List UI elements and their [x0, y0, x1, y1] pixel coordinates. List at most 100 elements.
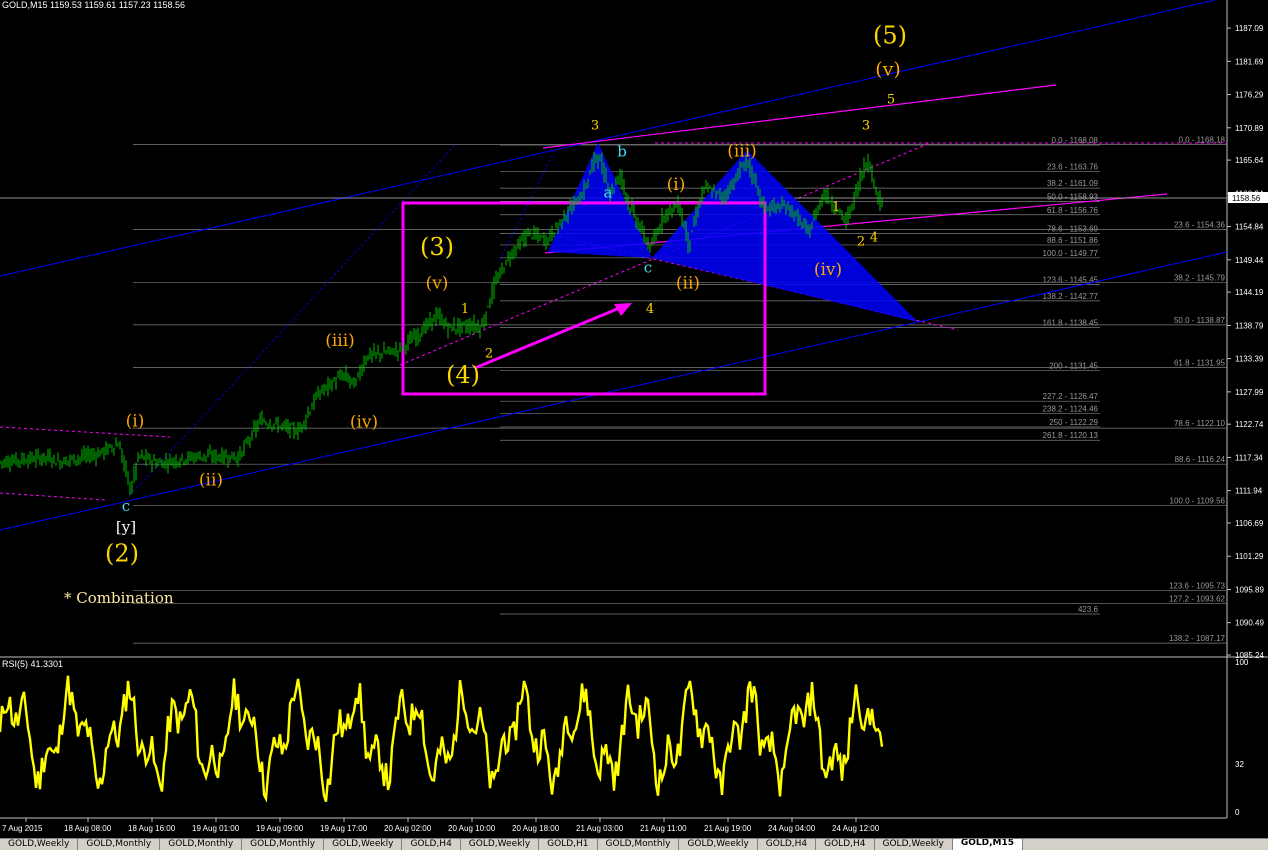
y-tick-label: 1111.94 [1235, 487, 1263, 496]
fib-level-label-right: 123.6 - 1095.73 [1169, 581, 1226, 590]
wave-label: 2 [485, 346, 493, 361]
wave-label: 3 [591, 119, 599, 134]
current-price-label: 1158.56 [1232, 194, 1261, 203]
x-tick-label: 21 Aug 19:00 [704, 824, 752, 833]
chart-tab[interactable]: GOLD,Weekly [461, 839, 540, 850]
chart-tab[interactable]: GOLD,H4 [816, 839, 875, 850]
y-tick-label: 1127.99 [1235, 388, 1264, 397]
chart-tab[interactable]: GOLD,Monthly [160, 839, 243, 850]
x-tick-label: 18 Aug 16:00 [128, 824, 176, 833]
wave-label: (iv) [350, 412, 378, 432]
x-tick-label: 24 Aug 04:00 [768, 824, 816, 833]
lower-channel-line [0, 251, 1228, 531]
wave-label: (i) [126, 411, 145, 431]
chart-tab[interactable]: GOLD,Monthly [598, 839, 680, 850]
wave-label: (5) [873, 21, 907, 49]
fib-level-label-right: 23.6 - 1154.36 [1174, 221, 1226, 230]
fib-level-label-right: 138.2 - 1087.17 [1169, 634, 1226, 643]
fib-level-label-right: 78.6 - 1122.10 [1174, 419, 1226, 428]
fib-level-label: 78.6 - 1153.69 [1047, 225, 1099, 234]
chart-tabs: GOLD,Weekly GOLD,Monthly GOLD,Monthly GOLD,… [0, 838, 1268, 850]
rsi-tick-label: 32 [1235, 760, 1244, 769]
fib-level-label: 61.8 - 1156.76 [1047, 206, 1099, 215]
wave-label: 1 [832, 200, 840, 215]
chart-tab[interactable]: GOLD,H4 [402, 839, 461, 850]
chart-tab[interactable]: GOLD,Monthly [242, 839, 325, 850]
rsi-tick-label: 0 [1235, 808, 1240, 817]
x-tick-label: 18 Aug 08:00 [64, 824, 112, 833]
chart-tab[interactable]: GOLD,Weekly [324, 839, 403, 850]
fib-level-label: 138.2 - 1142.77 [1043, 292, 1099, 301]
wave-label: (v) [875, 58, 901, 80]
chart-tab[interactable]: GOLD,Weekly [875, 839, 953, 850]
y-tick-label: 1181.69 [1235, 57, 1264, 66]
wave-label: 5 [887, 93, 895, 108]
y-tick-label: 1170.89 [1235, 124, 1264, 133]
chart-tab[interactable]: GOLD,Monthly [78, 839, 161, 850]
y-tick-label: 1133.39 [1235, 355, 1264, 364]
fib-level-label: 23.6 - 1163.76 [1047, 163, 1099, 172]
wave-label: a [604, 183, 613, 201]
y-tick-label: 1176.29 [1235, 91, 1264, 100]
dotted-trend-line [129, 144, 456, 496]
y-tick-label: 1101.29 [1235, 552, 1264, 561]
fib-level-label: 38.2 - 1161.09 [1047, 179, 1099, 188]
x-tick-label: 24 Aug 12:00 [832, 824, 880, 833]
price-chart[interactable]: GOLD,M15 1159.53 1159.61 1157.23 1158.56… [0, 0, 1268, 838]
fib-level-label: 238.2 - 1124.46 [1043, 405, 1099, 414]
y-tick-label: 1138.79 [1235, 321, 1264, 330]
x-tick-label: 19 Aug 01:00 [192, 824, 240, 833]
fib-level-label-right: 88.6 - 1116.24 [1175, 455, 1226, 464]
wave-label: (ii) [676, 273, 700, 293]
chart-header: GOLD,M15 1159.53 1159.61 1157.23 1158.56 [2, 0, 185, 10]
y-tick-label: 1090.49 [1235, 619, 1264, 628]
y-tick-label: 1095.89 [1235, 585, 1264, 594]
combination-note: * Combination [64, 589, 174, 607]
chart-tab[interactable]: GOLD,H4 [758, 839, 817, 850]
wave-label: 3 [862, 119, 870, 134]
dotted-trend-line-2 [499, 149, 556, 261]
rsi-header: RSI(5) 41.3301 [2, 659, 63, 669]
chart-tab[interactable]: GOLD,Weekly [0, 839, 79, 850]
x-tick-label: 19 Aug 17:00 [320, 824, 368, 833]
x-tick-label: 20 Aug 02:00 [384, 824, 432, 833]
wave-label: 4 [870, 231, 878, 246]
wave-label: (2) [105, 540, 139, 568]
fib-level-label-right: 50.0 - 1138.87 [1174, 316, 1226, 325]
y-tick-label: 1117.34 [1235, 453, 1263, 462]
x-tick-label: 19 Aug 09:00 [256, 824, 304, 833]
chart-tab[interactable]: GOLD,M15 [952, 839, 1024, 850]
fib-level-label-right: 61.8 - 1131.95 [1174, 358, 1226, 367]
magenta-dashed-left-2 [0, 492, 106, 501]
fib-level-label-right: 100.0 - 1109.56 [1170, 496, 1226, 505]
wave-label: b [617, 143, 627, 161]
chart-tab[interactable]: GOLD,H1 [539, 839, 598, 850]
wave-label: 4 [646, 302, 654, 317]
rsi-tick-label: 100 [1235, 658, 1249, 667]
wave-label: (ii) [199, 470, 223, 490]
wave-label: c [122, 497, 130, 515]
fib-level-label: 423.6 [1078, 605, 1099, 614]
wave-label: (iii) [325, 331, 355, 351]
fib-level-label: 100.0 - 1149.77 [1043, 249, 1099, 258]
wave-label: (i) [667, 175, 686, 195]
y-tick-label: 1106.69 [1235, 519, 1264, 528]
wave4-arrow-shaft [474, 305, 623, 370]
fib-level-label: 161.8 - 1138.45 [1043, 318, 1099, 327]
fib-level-label: 227.2 - 1126.47 [1043, 392, 1099, 401]
y-tick-label: 1144.19 [1235, 288, 1264, 297]
wave-label: [y] [116, 518, 136, 536]
fib-level-label: 250 - 1122.29 [1049, 418, 1098, 427]
fib-level-label: 200 - 1131.45 [1049, 362, 1098, 371]
x-tick-label: 20 Aug 10:00 [448, 824, 496, 833]
wave-label: c [644, 258, 652, 276]
x-tick-label: 21 Aug 11:00 [640, 824, 687, 833]
wave-label: 2 [857, 234, 865, 249]
chart-tab[interactable]: GOLD,Weekly [679, 839, 758, 850]
fib-level-label-right: 127.2 - 1093.62 [1169, 594, 1226, 603]
y-tick-label: 1154.84 [1235, 223, 1264, 232]
y-tick-label: 1149.44 [1235, 256, 1264, 265]
wave-label: 1 [461, 302, 469, 317]
y-tick-label: 1187.09 [1235, 24, 1264, 33]
wave-label: (iv) [814, 260, 842, 280]
